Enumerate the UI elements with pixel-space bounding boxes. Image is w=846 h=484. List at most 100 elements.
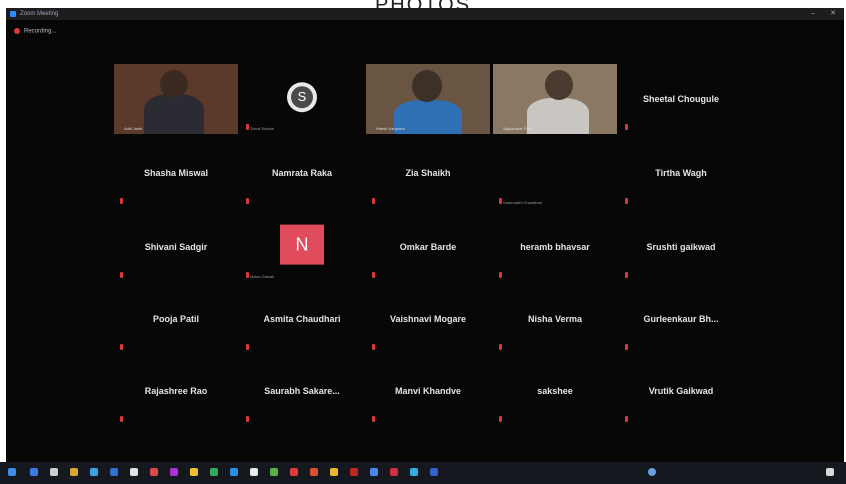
participant-tile[interactable]: Vrutik Gaikwad: [619, 356, 743, 426]
taskbar-app-icon[interactable]: [210, 468, 218, 476]
taskbar-app-icon[interactable]: [30, 468, 38, 476]
muted-mic-icon: [625, 124, 628, 130]
participant-name: Sheetal Chougule: [642, 94, 719, 104]
participant-name: Nisha Verma: [527, 314, 583, 324]
participant-tile[interactable]: Manvi Khandve: [366, 356, 490, 426]
participant-tile[interactable]: Tirtha Wagh: [619, 138, 743, 208]
taskbar-app-icon[interactable]: [70, 468, 78, 476]
participant-name: Hitesh Kanjwani: [376, 126, 405, 131]
muted-mic-icon: [120, 344, 123, 350]
participant-tile[interactable]: Vijaykumar Patel: [493, 64, 617, 134]
participant-tile[interactable]: Gurleenkaur Bh...: [619, 284, 743, 354]
muted-mic-icon: [372, 344, 375, 350]
taskbar-app-icon[interactable]: [370, 468, 378, 476]
muted-mic-icon: [372, 198, 375, 204]
system-tray-icon[interactable]: [648, 468, 656, 476]
participant-name: Shivani Sadgir: [144, 242, 208, 252]
muted-mic-icon: [246, 416, 249, 422]
taskbar-app-icon[interactable]: [290, 468, 298, 476]
participant-name: Manvi Khandve: [394, 386, 461, 396]
avatar: N: [280, 224, 324, 265]
participant-tile[interactable]: Zia Shaikh: [366, 138, 490, 208]
taskbar-app-icon[interactable]: [310, 468, 318, 476]
participant-tile[interactable]: Aditi Joshi: [114, 64, 238, 134]
taskbar-app-icon[interactable]: [230, 468, 238, 476]
participant-tile[interactable]: Pooja Patil: [114, 284, 238, 354]
taskbar-app-icon[interactable]: [110, 468, 118, 476]
muted-mic-icon: [120, 272, 123, 278]
taskbar-app-icon[interactable]: [150, 468, 158, 476]
taskbar-app-icon[interactable]: [170, 468, 178, 476]
muted-mic-icon: [246, 198, 249, 204]
participant-name: Vijaykumar Patel: [503, 126, 533, 131]
avatar: S: [287, 82, 317, 113]
title-bar: Zoom Meeting – ✕: [6, 8, 844, 20]
participant-tile[interactable]: Saurabh Sakare...: [240, 356, 364, 426]
participant-name: Tirtha Wagh: [655, 168, 707, 178]
participant-name: Srushti gaikwad: [646, 242, 716, 252]
participant-tile[interactable]: heramb bhavsar: [493, 212, 617, 282]
muted-mic-icon: [499, 198, 502, 204]
participant-tile[interactable]: N Nutan Gawali: [240, 212, 364, 282]
participant-tile[interactable]: Hitesh Kanjwani: [366, 64, 490, 134]
taskbar-app-icon[interactable]: [130, 468, 138, 476]
participant-head: [160, 70, 188, 98]
windows-start-icon[interactable]: [8, 468, 16, 476]
avatar-initial: S: [291, 86, 313, 109]
taskbar-app-icon[interactable]: [390, 468, 398, 476]
taskbar-app-icon[interactable]: [350, 468, 358, 476]
zoom-meeting-window: Zoom Meeting – ✕ Recording... Aditi Josh…: [6, 8, 844, 462]
windows-taskbar: [0, 462, 846, 484]
taskbar-app-icon[interactable]: [410, 468, 418, 476]
participant-name: Vaishnavi Mogare: [389, 314, 467, 324]
taskbar-app-icon[interactable]: [430, 468, 438, 476]
participant-name: Omkar Barde: [399, 242, 457, 252]
taskbar-app-icon[interactable]: [90, 468, 98, 476]
participant-tile[interactable]: S Shruti Sabnis: [240, 64, 364, 134]
participant-figure: [527, 98, 589, 134]
participant-tile[interactable]: Shasha Miswal: [114, 138, 238, 208]
participant-tile[interactable]: Asmita Chaudhari: [240, 284, 364, 354]
taskbar-app-icon[interactable]: [50, 468, 58, 476]
notification-icon[interactable]: [826, 468, 834, 476]
muted-mic-icon: [120, 198, 123, 204]
participant-name: Samruddhi Chaudhari: [503, 200, 542, 205]
window-title: Zoom Meeting: [20, 11, 59, 17]
taskbar-app-icon[interactable]: [330, 468, 338, 476]
participant-name: Shruti Sabnis: [250, 126, 274, 131]
participant-name: Nutan Gawali: [250, 274, 275, 279]
taskbar-app-icon[interactable]: [270, 468, 278, 476]
minimize-icon[interactable]: –: [806, 8, 820, 20]
muted-mic-icon: [625, 344, 628, 350]
participant-name: Pooja Patil: [152, 314, 199, 324]
muted-mic-icon: [499, 272, 502, 278]
participant-tile[interactable]: Namrata Raka: [240, 138, 364, 208]
muted-mic-icon: [625, 416, 628, 422]
participant-head: [412, 70, 442, 102]
muted-mic-icon: [120, 416, 123, 422]
taskbar-app-icon[interactable]: [250, 468, 258, 476]
participant-head: [545, 70, 573, 100]
participant-tile[interactable]: Nisha Verma: [493, 284, 617, 354]
participant-name: Asmita Chaudhari: [263, 314, 341, 324]
recording-indicator: Recording...: [14, 28, 56, 35]
participant-tile[interactable]: Rajashree Rao: [114, 356, 238, 426]
muted-mic-icon: [246, 272, 249, 278]
participant-tile[interactable]: Srushti gaikwad: [619, 212, 743, 282]
participant-tile[interactable]: sakshee: [493, 356, 617, 426]
participant-name: heramb bhavsar: [520, 242, 590, 252]
participant-tile[interactable]: Omkar Barde: [366, 212, 490, 282]
participant-name: Vrutik Gaikwad: [648, 386, 714, 396]
participant-tile[interactable]: Samruddhi Chaudhari: [493, 138, 617, 208]
muted-mic-icon: [625, 198, 628, 204]
participant-tile[interactable]: Sheetal Chougule: [619, 64, 743, 134]
muted-mic-icon: [246, 344, 249, 350]
close-icon[interactable]: ✕: [826, 8, 840, 20]
muted-mic-icon: [499, 344, 502, 350]
taskbar-app-icon[interactable]: [190, 468, 198, 476]
participant-name: Saurabh Sakare...: [264, 386, 340, 396]
participant-tile[interactable]: Shivani Sadgir: [114, 212, 238, 282]
participant-tile[interactable]: Vaishnavi Mogare: [366, 284, 490, 354]
participant-name: Shasha Miswal: [143, 168, 209, 178]
zoom-app-icon: [10, 11, 16, 17]
